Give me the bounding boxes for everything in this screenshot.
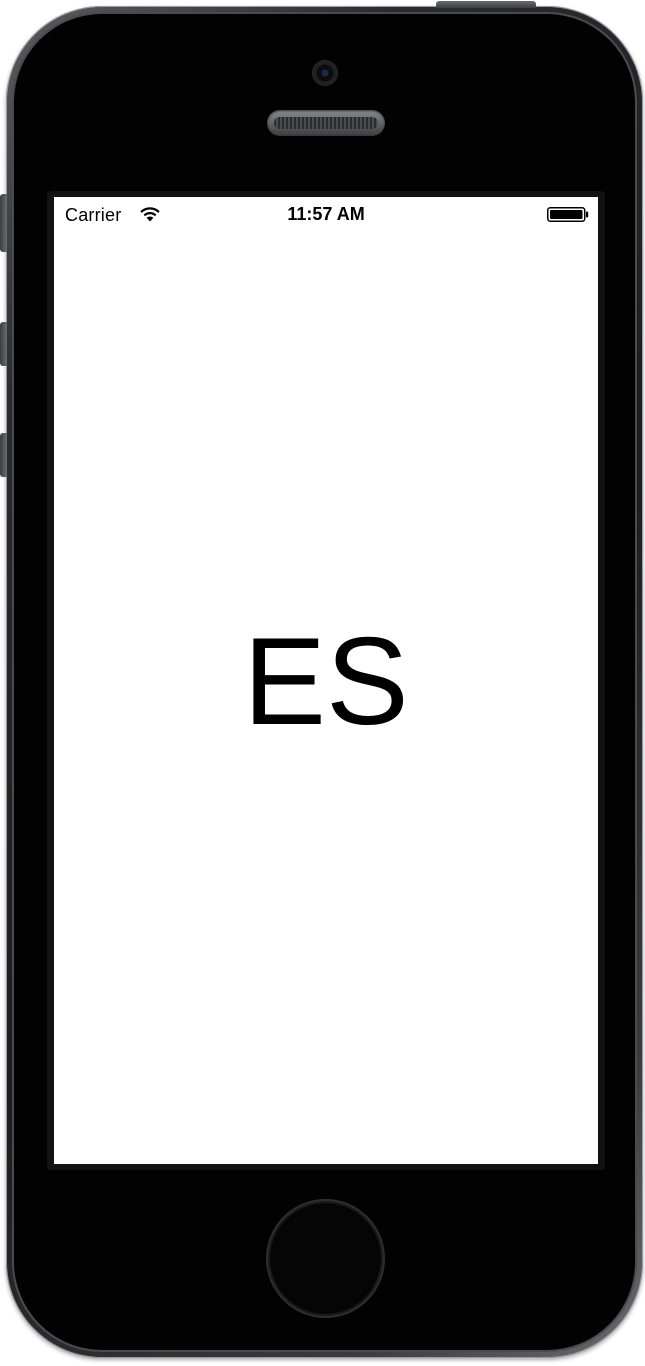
home-button[interactable] bbox=[268, 1201, 383, 1316]
status-time: 11:57 AM bbox=[287, 204, 365, 224]
screen: Carrier 11:57 AM ES bbox=[54, 197, 598, 1164]
mute-switch bbox=[0, 194, 7, 252]
volume-up-button bbox=[0, 322, 7, 366]
earpiece-speaker bbox=[267, 110, 385, 136]
power-button bbox=[436, 1, 536, 8]
status-bar: Carrier 11:57 AM bbox=[54, 197, 598, 237]
volume-down-button bbox=[0, 433, 7, 477]
main-label: ES bbox=[243, 613, 409, 751]
front-camera bbox=[313, 61, 337, 85]
battery-icon bbox=[547, 207, 589, 222]
